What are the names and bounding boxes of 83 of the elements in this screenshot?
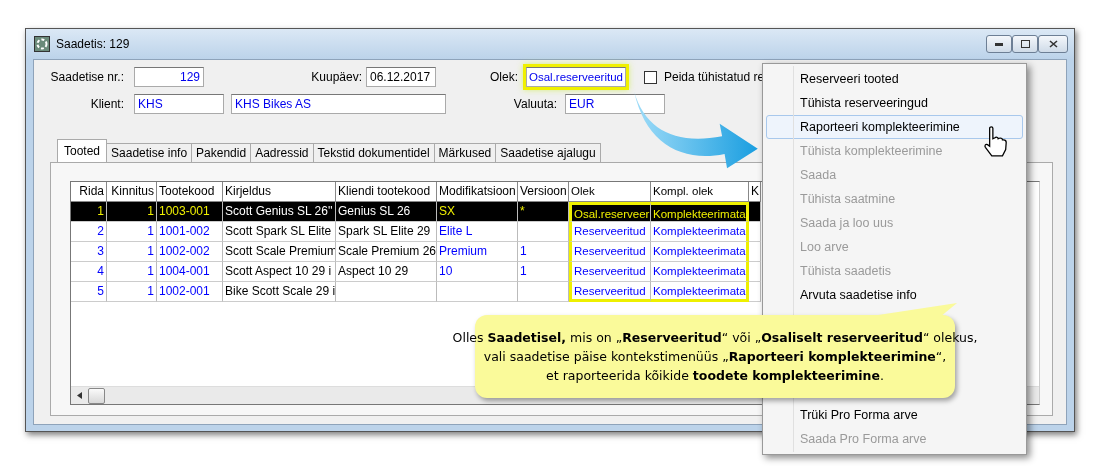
table-cell: Premium (437, 242, 518, 262)
table-cell: 2 (71, 222, 107, 242)
table-cell: Scale Premium 26 (336, 242, 437, 262)
minimize-button[interactable] (986, 35, 1012, 53)
table-cell: 5 (71, 282, 107, 302)
table-cell: Komplekteerimata (651, 262, 749, 282)
client-name-field[interactable]: KHS Bikes AS (231, 94, 446, 114)
table-cell: Reserveeritud (569, 262, 651, 282)
table-cell: 1 (107, 242, 157, 262)
table-cell: 1 (107, 202, 157, 222)
menu-item[interactable]: Reserveeri tooted (766, 67, 1023, 91)
table-cell: Spark SL Elite 29 (336, 222, 437, 242)
table-cell: Aspect 10 29 (336, 262, 437, 282)
column-header[interactable]: K (749, 182, 761, 202)
table-cell: Reserveeritud (569, 282, 651, 302)
table-cell: Komplekteerimata (651, 222, 749, 242)
table-row[interactable]: 5 1 1002-001 Bike Scott Scale 29 i Reserveeritud Komplekteerimata (71, 282, 761, 302)
column-header[interactable]: Kirjeldus (223, 182, 336, 202)
table-cell: Genius SL 26 (336, 202, 437, 222)
table-cell: Reserveeritud (569, 242, 651, 262)
table-cell: SX (437, 202, 518, 222)
column-header[interactable]: Modifikatsioon (437, 182, 518, 202)
table-cell: Scott Aspect 10 29 i (223, 262, 336, 282)
number-field[interactable]: 129 (134, 67, 204, 87)
table-cell: 3 (71, 242, 107, 262)
table-cell: 1001-002 (157, 222, 223, 242)
table-cell: 1 (107, 222, 157, 242)
scroll-left-icon (77, 392, 82, 399)
app-icon (34, 36, 50, 52)
scroll-thumb[interactable] (88, 387, 105, 404)
maximize-button[interactable] (1012, 35, 1038, 53)
table-cell: 4 (71, 262, 107, 282)
table-cell: 1 (107, 282, 157, 302)
table-row[interactable]: 2 1 1001-002 Scott Spark SL Elite Spark SL Elite 29 Elite L Reserveeritud Komplekteerimata (71, 222, 761, 242)
table-row[interactable]: 4 1 1004-001 Scott Aspect 10 29 i Aspect 10 29 10 1 Reserveeritud Komplekteerimata (71, 262, 761, 282)
table-cell: Bike Scott Scale 29 i (223, 282, 336, 302)
column-header[interactable]: Rida (71, 182, 107, 202)
field-label: Saadetise nr.: (49, 70, 124, 84)
table-cell: 1 (71, 202, 107, 222)
field-label: Klient: (89, 97, 124, 111)
tab[interactable]: Saadetise ajalugu (495, 143, 601, 162)
field-label: Valuuta: (512, 97, 557, 111)
field-label: Kuupäev: (310, 70, 362, 84)
table-cell: 1 (518, 262, 569, 282)
table-cell: Elite L (437, 222, 518, 242)
menu-item[interactable]: Trüki Pro Forma arve (766, 403, 1023, 427)
close-icon (1048, 40, 1058, 48)
column-header[interactable]: Kompl. olek (651, 182, 749, 202)
table-cell: 10 (437, 262, 518, 282)
table-cell: 1003-001 (157, 202, 223, 222)
field-label: Olek: (489, 70, 518, 84)
currency-field[interactable]: EUR (565, 94, 665, 114)
window-title: Saadetis: 129 (56, 37, 130, 51)
table-cell: 1002-002 (157, 242, 223, 262)
checkbox[interactable] (644, 70, 657, 84)
table-cell: Komplekteerimata (651, 202, 749, 222)
menu-item[interactable]: Raporteeri komplekteerimine (766, 115, 1023, 139)
table-cell: * (518, 202, 569, 222)
table-cell: Scott Genius SL 26'' (223, 202, 336, 222)
hand-cursor-icon (982, 126, 1008, 158)
minimize-icon (995, 42, 1003, 46)
table-cell: 1002-001 (157, 282, 223, 302)
column-header[interactable]: Kinnitus (107, 182, 157, 202)
maximize-icon (1020, 40, 1030, 48)
status-field[interactable]: Osal.reserveeritud (526, 67, 626, 87)
column-header[interactable]: Olek (569, 182, 651, 202)
column-header[interactable]: Versioon (518, 182, 569, 202)
table-cell: Komplekteerimata (651, 242, 749, 262)
column-header[interactable]: Kliendi tootekood (336, 182, 437, 202)
tab[interactable]: Tooted (57, 139, 108, 162)
table-cell: Reserveeritud (569, 222, 651, 242)
client-code-field[interactable]: KHS (134, 94, 224, 114)
table-cell: 1 (107, 262, 157, 282)
column-header[interactable]: Tootekood (157, 182, 223, 202)
menu-item[interactable]: Arvuta saadetise info (766, 283, 1023, 307)
close-button[interactable] (1038, 35, 1068, 53)
table-cell: 1004-001 (157, 262, 223, 282)
date-field[interactable]: 06.12.2017 (366, 67, 436, 87)
table-cell: Komplekteerimata (651, 282, 749, 302)
table-cell: 1 (518, 242, 569, 262)
menu-item[interactable]: Tühista reserveeringud (766, 91, 1023, 115)
callout-text: Olles Saadetisel, mis on „Reserveeritud“ või „Osaliselt reserveeritud“ olekus, vali saadetise päise kontekstimenüüs „Raporteeri komplekteerimine“, et raporteerida kõikide toodete komplekteerimine. (452, 329, 978, 385)
table-cell: Scott Spark SL Elite (223, 222, 336, 242)
